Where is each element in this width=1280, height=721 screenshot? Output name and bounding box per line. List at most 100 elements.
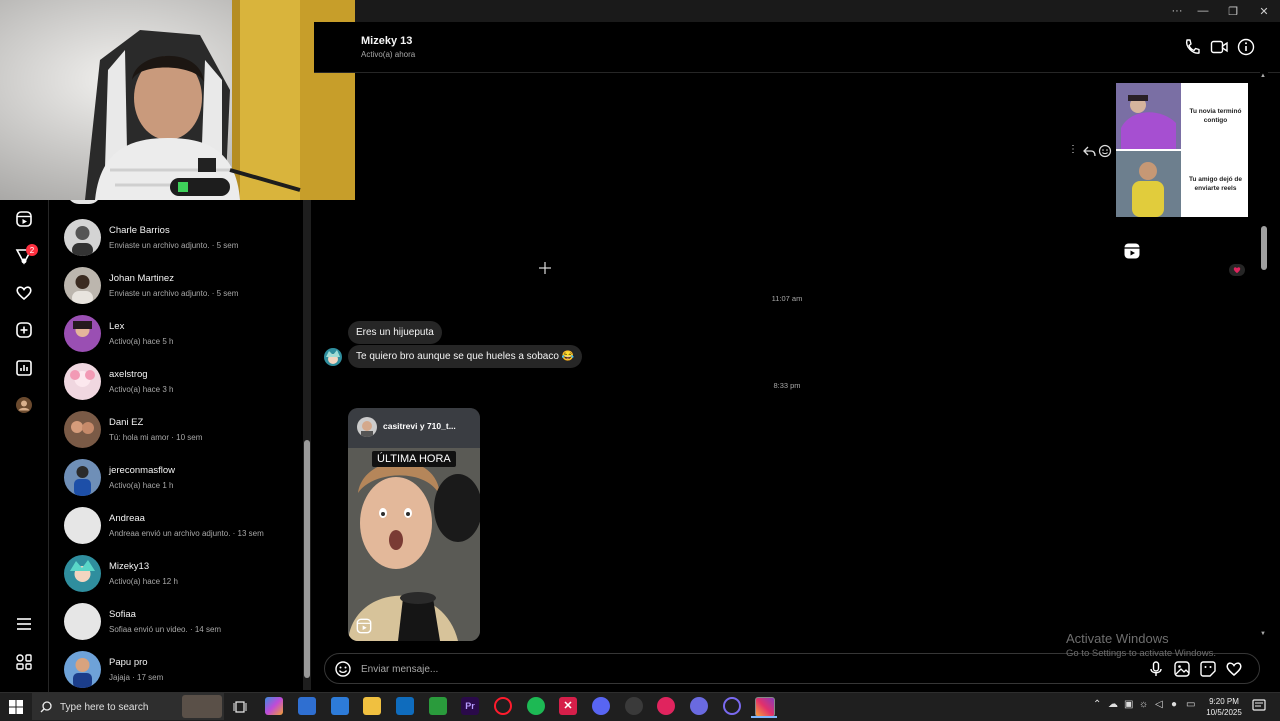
tray-mic-icon[interactable]: ●: [1171, 699, 1177, 710]
notification-center-icon[interactable]: [1252, 699, 1266, 713]
shared-meme-image[interactable]: Tu novia terminó contigo Tu amigo dejó d…: [1116, 83, 1248, 217]
taskbar-search-input[interactable]: [58, 698, 182, 716]
conversation-item[interactable]: Papu pro Jajaja · 17 sem: [64, 645, 304, 693]
avatar: [64, 314, 101, 352]
message-bubble[interactable]: Te quiero bro aunque se que hueles a sob…: [348, 345, 583, 368]
menu-icon[interactable]: [12, 612, 36, 636]
shared-reel[interactable]: [348, 408, 480, 641]
meme-image-bottom: [1116, 151, 1181, 217]
message-more-icon[interactable]: ⋮: [1068, 144, 1078, 158]
meme-caption-bottom: Tu amigo dejó de enviarte reels: [1189, 176, 1242, 192]
conversation-item[interactable]: Andreaa Andreaa envió un archivo adjunto.…: [64, 501, 304, 549]
image-icon[interactable]: [1173, 660, 1191, 678]
outlook-app-icon[interactable]: [396, 697, 414, 715]
scroll-up-icon[interactable]: ▲: [1260, 73, 1266, 79]
opera-app-icon[interactable]: [494, 697, 512, 715]
minimize-button[interactable]: —: [1188, 0, 1218, 22]
conversation-item[interactable]: jereconmasflow Activo(a) hace 1 h: [64, 453, 304, 501]
tray-network-icon[interactable]: ☼: [1139, 699, 1148, 710]
tray-volume-icon[interactable]: ◁: [1155, 699, 1163, 710]
activate-windows-subtitle: Go to Settings to activate Windows.: [1066, 648, 1216, 659]
cortana-app-icon[interactable]: [723, 697, 741, 715]
premiere-app-icon[interactable]: Pr: [461, 697, 479, 715]
file-explorer-icon[interactable]: [363, 697, 381, 715]
meta-apps-icon[interactable]: [12, 650, 36, 674]
minecraft-app-icon[interactable]: [429, 697, 447, 715]
microphone-icon[interactable]: [1147, 660, 1165, 678]
x-app-icon[interactable]: ✕: [559, 697, 577, 715]
avatar: [64, 650, 101, 688]
discord-app-icon[interactable]: [592, 697, 610, 715]
reel-caption-tag: ÚLTIMA HORA: [372, 451, 456, 467]
message-timestamp: 8:33 pm: [773, 381, 801, 390]
windows-start-icon[interactable]: [9, 700, 23, 714]
tray-cloud-icon[interactable]: ☁: [1108, 699, 1118, 710]
conversation-item[interactable]: Sofiaa Sofiaa envió un video. · 14 sem: [64, 597, 304, 645]
react-emoji-icon[interactable]: [1098, 144, 1112, 158]
like-heart-icon[interactable]: [1225, 660, 1243, 678]
scroll-down-icon[interactable]: ▼: [1260, 631, 1266, 637]
avatar: [64, 266, 101, 304]
avatar: [64, 602, 101, 640]
close-window-button[interactable]: ✕: [1249, 0, 1279, 22]
meme-image-top: [1116, 83, 1181, 149]
reply-icon[interactable]: [1082, 144, 1096, 158]
tray-app-icon[interactable]: ▣: [1124, 699, 1133, 710]
avatar: [64, 362, 101, 400]
conversation-item[interactable]: Johan Martinez Enviaste un archivo adjunt…: [64, 261, 304, 309]
reels-icon[interactable]: [12, 207, 36, 231]
calendar-app-icon[interactable]: [298, 697, 316, 715]
reel-icon[interactable]: [1123, 242, 1141, 260]
conversation-item[interactable]: Dani EZ Tú: hola mi amor · 10 sem: [64, 405, 304, 453]
clock-time: 9:20 PM: [1209, 697, 1239, 706]
chat-scrollbar-thumb[interactable]: [1261, 226, 1267, 270]
media-app-icon[interactable]: [657, 697, 675, 715]
avatar: [64, 458, 101, 496]
conversation-item[interactable]: Lex Activo(a) hace 5 h: [64, 309, 304, 357]
spotify-app-icon[interactable]: [527, 697, 545, 715]
video-call-icon[interactable]: [1210, 38, 1228, 56]
dashboard-icon[interactable]: [12, 356, 36, 380]
create-icon[interactable]: [12, 318, 36, 342]
meme-caption-top: Tu novia terminó contigo: [1189, 108, 1242, 124]
sender-avatar[interactable]: [324, 348, 342, 366]
conversation-name: Mizeky13: [109, 560, 150, 572]
message-bubble[interactable]: Eres un hijueputa: [348, 321, 442, 344]
chat-header: [314, 22, 1280, 73]
chat-status: Activo(a) ahora: [361, 50, 416, 59]
avatar: [64, 506, 101, 544]
conversation-preview: Tú: hola mi amor · 10 sem: [109, 432, 203, 442]
conversation-name: Charle Barrios: [109, 224, 170, 236]
heart-reaction[interactable]: [1229, 264, 1245, 276]
chat-title[interactable]: Mizeky 13: [361, 35, 412, 47]
avatar: [64, 218, 101, 256]
phone-call-icon[interactable]: [1183, 38, 1201, 56]
taskbar-clock[interactable]: 9:20 PM 10/5/2025: [1200, 696, 1248, 718]
chrome-app-icon[interactable]: [625, 697, 643, 715]
info-icon[interactable]: [1237, 38, 1255, 56]
restore-button[interactable]: ❐: [1218, 0, 1248, 22]
messenger-app-icon[interactable]: [690, 697, 708, 715]
clock-date: 10/5/2025: [1206, 708, 1242, 717]
task-view-icon[interactable]: [233, 700, 247, 714]
sticker-icon[interactable]: [1199, 660, 1217, 678]
conversation-item[interactable]: Charle Barrios Enviaste un archivo adjunt…: [64, 213, 304, 261]
conversation-item[interactable]: Mizeky13 Activo(a) hace 12 h: [64, 549, 304, 597]
message-input[interactable]: [359, 658, 1063, 680]
conversation-item[interactable]: axelstrog Activo(a) hace 3 h: [64, 357, 304, 405]
copilot-app-icon[interactable]: [265, 697, 283, 715]
emoji-icon[interactable]: [334, 660, 352, 678]
conversation-preview: Activo(a) hace 5 h: [109, 336, 174, 346]
taskbar-search[interactable]: [32, 693, 224, 720]
chat-scrollbar[interactable]: [1260, 72, 1268, 642]
instagram-app-icon[interactable]: [755, 697, 775, 717]
message-timestamp: 11:07 am: [771, 294, 803, 303]
conversation-scrollbar-thumb[interactable]: [304, 440, 310, 678]
store-app-icon[interactable]: [331, 697, 349, 715]
tray-display-icon[interactable]: ▭: [1186, 699, 1195, 710]
conversation-preview: Jajaja · 17 sem: [109, 672, 164, 682]
reel-author[interactable]: casitrevi y 710_t...: [383, 421, 456, 431]
heart-icon[interactable]: [12, 281, 36, 305]
profile-avatar-icon[interactable]: [12, 393, 36, 417]
tray-overflow-icon[interactable]: ⌃: [1093, 699, 1101, 710]
